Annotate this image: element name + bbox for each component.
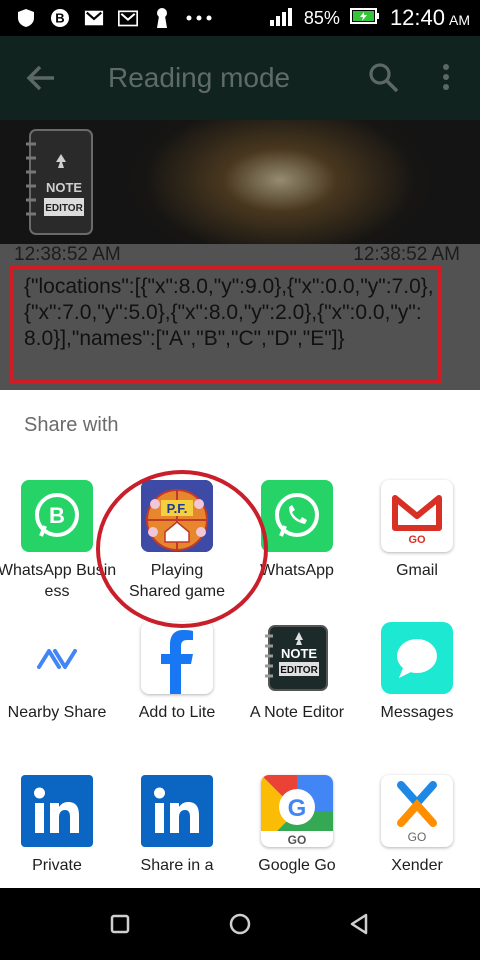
header-banner: NOTE EDITOR <box>0 120 480 244</box>
timestamp-right: 12:38:52 AM <box>353 244 460 265</box>
messages-icon <box>381 622 453 694</box>
share-sheet-title: Share with <box>24 414 119 436</box>
signal-icon <box>269 6 294 31</box>
share-target-a-note-editor[interactable]: NOTE EDITOR A Note Editor <box>237 622 357 723</box>
back-triangle-icon[interactable] <box>346 910 374 938</box>
share-target-messages[interactable]: Messages <box>357 622 477 723</box>
clock-time: 12:40 <box>389 5 445 30</box>
page-title: Reading mode <box>108 62 291 93</box>
linkedin-icon <box>21 775 93 847</box>
note-content: 12:38:52 AM 12:38:52 AM {"locations":[{"… <box>0 244 480 390</box>
logo-line1: NOTE <box>46 180 82 195</box>
app-label: Add to Lite <box>138 704 216 721</box>
share-target-nearby-share[interactable]: Nearby Share <box>0 622 117 723</box>
battery-icon <box>349 7 380 30</box>
note-text: {"locations":[{"x":8.0,"y":9.0},{"x":0.0… <box>24 275 434 350</box>
note-editor-logo: NOTE EDITOR <box>24 122 98 238</box>
share-target-google-go[interactable]: G GO Google Go <box>237 775 357 876</box>
recents-square-icon[interactable] <box>106 910 134 938</box>
google-go-icon: G GO <box>261 775 333 847</box>
b-logo-icon: B <box>50 8 70 28</box>
xender-icon: GO <box>381 775 453 847</box>
search-icon[interactable] <box>368 62 400 94</box>
app-bar: Reading mode <box>0 36 480 120</box>
share-target-xender[interactable]: GO Xender <box>357 775 477 876</box>
svg-text:G: G <box>288 795 307 822</box>
share-target-share-in-a[interactable]: Share in a <box>117 775 237 876</box>
status-bar: B 85% 12:40 AM <box>0 0 480 36</box>
whatsapp-icon <box>261 480 333 552</box>
nearby-share-icon <box>21 622 93 694</box>
whatsapp-business-icon: B <box>21 480 93 552</box>
home-circle-icon[interactable] <box>226 910 254 938</box>
share-target-gmail[interactable]: GO Gmail <box>357 480 477 581</box>
gmail-icon: GO <box>381 480 453 552</box>
xender-go-text: GO <box>408 830 427 843</box>
gmail-icon <box>118 8 138 28</box>
shield-icon <box>16 8 36 28</box>
app-label: Google Go <box>258 857 336 874</box>
banner-glow <box>120 120 440 244</box>
app-label: Messages <box>380 704 454 721</box>
battery-percent: 85% <box>303 7 340 28</box>
app-label: Gmail <box>396 562 438 579</box>
app-label: A Note Editor <box>249 704 345 721</box>
svg-text:EDITOR: EDITOR <box>280 665 318 676</box>
facebook-icon <box>141 622 213 694</box>
app-label: Share in a <box>140 857 214 874</box>
highlight-circle <box>96 470 268 628</box>
app-label: Xender <box>391 857 443 874</box>
back-arrow-icon[interactable] <box>24 62 58 94</box>
svg-text:NOTE: NOTE <box>281 646 317 661</box>
app-label: Nearby Share <box>7 704 107 721</box>
share-sheet: Share with B WhatsApp Business P.F. Play… <box>0 390 480 888</box>
svg-text:B: B <box>49 503 65 528</box>
keyhole-icon <box>152 8 172 28</box>
navigation-bar <box>0 888 480 960</box>
logo-line2: EDITOR <box>45 203 83 214</box>
more-vert-icon[interactable] <box>436 62 456 94</box>
timestamp-left: 12:38:52 AM <box>14 244 121 265</box>
app-label: Private <box>32 857 82 874</box>
note-editor-icon: NOTE EDITOR <box>261 622 333 694</box>
gmail-go-text: GO <box>408 534 426 546</box>
share-target-add-to-lite[interactable]: Add to Lite <box>117 622 237 723</box>
share-target-private[interactable]: Private <box>0 775 117 876</box>
linkedin-icon <box>141 775 213 847</box>
more-dots-icon <box>186 8 212 28</box>
gmail-icon <box>84 8 104 28</box>
clock-ampm: AM <box>449 12 470 28</box>
svg-text:B: B <box>55 11 64 26</box>
google-go-text: GO <box>288 833 307 847</box>
